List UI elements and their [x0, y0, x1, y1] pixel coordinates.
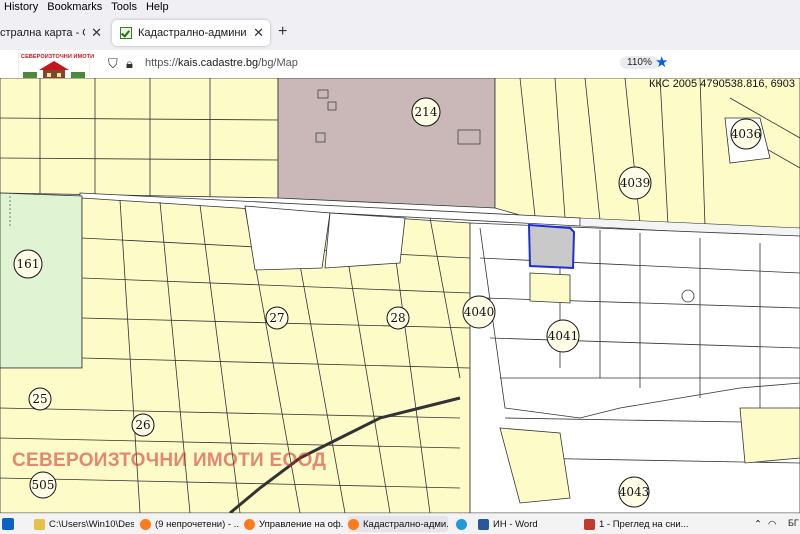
chevron-up-icon[interactable]: ⌃: [754, 516, 762, 532]
url-host: kais.cadastre.bg: [178, 57, 259, 69]
svg-text:25: 25: [32, 392, 47, 406]
watermark-text: СЕВЕРОИЗТОЧНИ ИМОТИ ЕООД: [12, 450, 327, 471]
tab-strip: стрална карта - Google Та ✕ Кадастрално-…: [0, 14, 800, 50]
svg-text:161: 161: [17, 257, 40, 271]
svg-text:214: 214: [415, 105, 438, 119]
viewer-icon: [584, 518, 595, 530]
cadastral-map[interactable]: 214 4036 4039 161 27 28 4040 4041 25 26 …: [0, 78, 800, 513]
taskbar-item-word[interactable]: ИН - Word: [478, 516, 578, 532]
word-icon: [478, 518, 489, 530]
firefox-icon: [348, 518, 359, 530]
menu-history[interactable]: History: [0, 0, 43, 14]
coordinates-readout: ККС 2005 4790538.816, 6903: [649, 78, 796, 90]
parcel-label-27: 27: [265, 306, 289, 330]
bookmark-star-icon[interactable]: ★: [655, 53, 668, 71]
svg-text:27: 27: [269, 311, 284, 325]
taskbar-item-office[interactable]: Управление на оф...: [244, 516, 344, 532]
taskbar-item-explorer[interactable]: C:\Users\Win10\Des...: [34, 516, 134, 532]
taskbar-item-label: 1 - Преглед на сни...: [599, 518, 689, 530]
svg-text:4041: 4041: [548, 329, 579, 343]
wifi-icon[interactable]: ◠: [768, 516, 776, 532]
parcel-label-214: 214: [411, 97, 441, 127]
start-button[interactable]: [2, 516, 18, 532]
selected-parcel: [527, 223, 576, 270]
firefox-icon: [244, 518, 255, 530]
lock-icon[interactable]: 🔒︎: [126, 56, 133, 72]
parcel-label-4043: 4043: [618, 476, 650, 508]
tab-title: Кадастрално-администрaтивен: [138, 27, 247, 39]
parcel-161: [0, 192, 83, 369]
edge-icon: [456, 518, 467, 530]
url-path: /bg/Map: [258, 57, 298, 69]
nav-bar: ⛉ 🔒︎ https://kais.cadastre.bg/bg/Map 110…: [0, 50, 800, 79]
url-prefix: https://: [145, 57, 179, 69]
tab-cadastre[interactable]: Кадастрално-администрaтивен ✕: [112, 20, 270, 46]
firefox-icon: [140, 518, 151, 530]
taskbar-item-cadastre[interactable]: Кадастрално-адми...: [348, 516, 448, 532]
tab-title: стрална карта - Google Та: [0, 27, 85, 39]
parcel-label-25: 25: [28, 387, 52, 411]
zoom-level-button[interactable]: 110%: [620, 56, 659, 69]
taskbar-item-label: Управление на оф...: [259, 518, 344, 530]
map-canvas[interactable]: 214 4036 4039 161 27 28 4040 4041 25 26 …: [0, 78, 800, 513]
taskbar-item-label: (9 непрочетени) - ...: [155, 518, 240, 530]
parcel-label-4039: 4039: [618, 166, 652, 200]
close-icon[interactable]: ✕: [85, 25, 108, 41]
svg-text:4039: 4039: [620, 176, 651, 190]
parcel-214: [277, 78, 496, 209]
taskbar-item-label: C:\Users\Win10\Des...: [49, 518, 134, 530]
language-indicator[interactable]: БГ: [788, 518, 799, 528]
taskbar-item-mail[interactable]: (9 непрочетени) - ...: [140, 516, 240, 532]
menu-help[interactable]: Help: [142, 0, 174, 14]
svg-text:4040: 4040: [464, 305, 495, 319]
tab-google-maps[interactable]: стрална карта - Google Та ✕: [0, 20, 108, 46]
shield-icon[interactable]: ⛉: [108, 56, 118, 72]
menu-bookmarks[interactable]: Bookmarks: [43, 0, 107, 14]
menu-bar: History Bookmarks Tools Help: [0, 0, 800, 14]
taskbar-item-label: Кадастрално-адми...: [363, 518, 448, 530]
taskbar-item-viewer[interactable]: 1 - Преглед на сни...: [584, 516, 694, 532]
parcel-label-4041: 4041: [546, 319, 580, 353]
taskbar-item-label: ИН - Word: [493, 518, 538, 530]
url-bar[interactable]: https://kais.cadastre.bg/bg/Map: [145, 57, 298, 69]
new-tab-icon[interactable]: +: [278, 23, 287, 41]
menu-tools[interactable]: Tools: [107, 0, 142, 14]
parcel-label-26: 26: [131, 413, 155, 437]
folder-icon: [34, 518, 45, 530]
windows-icon: [2, 518, 14, 530]
svg-text:4036: 4036: [731, 127, 762, 141]
favicon-icon: [120, 27, 132, 39]
svg-text:28: 28: [390, 311, 405, 325]
svg-text:505: 505: [32, 478, 55, 492]
taskbar: C:\Users\Win10\Des... (9 непрочетени) - …: [0, 513, 800, 534]
svg-text:4043: 4043: [619, 485, 650, 499]
parcel-label-4040: 4040: [462, 295, 496, 329]
close-icon[interactable]: ✕: [247, 25, 270, 41]
parcel-label-161: 161: [13, 249, 43, 279]
svg-text:26: 26: [135, 418, 150, 432]
taskbar-item-edge[interactable]: [456, 516, 470, 532]
parcel-label-505: 505: [29, 471, 57, 499]
parcel-label-28: 28: [386, 306, 410, 330]
parcel-label-4036: 4036: [730, 118, 762, 150]
